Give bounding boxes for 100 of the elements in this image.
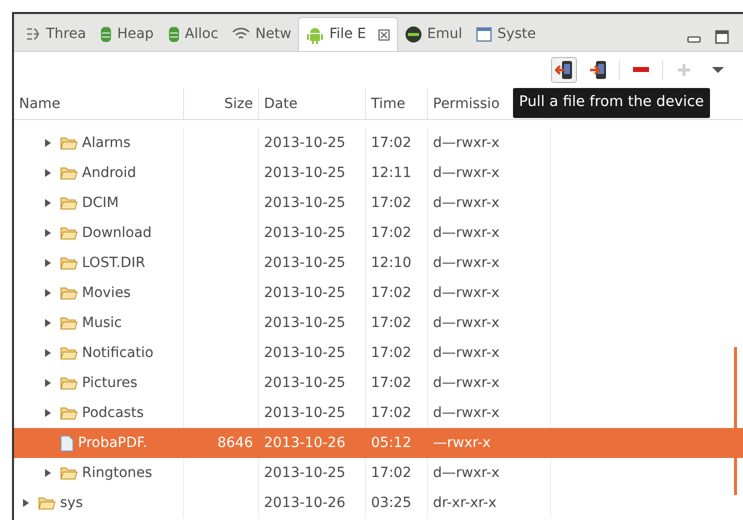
file-name: Pictures [82,374,138,393]
file-permissions: d—rwxr-x [433,135,500,151]
minimize-icon[interactable] [687,36,701,44]
column-header[interactable]: Date [259,88,366,120]
file-permissions: d—rwxr-x [433,165,500,181]
tree-row[interactable]: Notificatio 2013-10-25 17:02 d—rwxr-x [14,338,743,368]
phone-arrow-icon[interactable] [589,60,607,80]
file-date: 2013-10-25 [264,315,346,331]
column-header[interactable]: Size [184,88,259,120]
tree-row[interactable]: Ringtones 2013-10-25 17:02 d—rwxr-x [14,458,743,488]
folder-icon [60,286,78,300]
file-time: 17:02 [371,405,412,421]
tab[interactable]: Threa [18,17,94,51]
tree-row[interactable]: Pictures 2013-10-25 17:02 d—rwxr-x [14,368,743,398]
file-permissions: d—rwxr-x [433,465,500,481]
canister-icon [100,26,112,42]
tooltip: Pull a file from the device [513,88,710,118]
file-permissions: —rwxr-x [433,435,491,451]
tree-row[interactable]: Music 2013-10-25 17:02 d—rwxr-x [14,308,743,338]
file-date: 2013-10-26 [264,495,346,511]
folder-icon [60,166,78,180]
folder-icon [38,496,56,510]
folder-icon [60,226,78,240]
tree-row[interactable]: Alarms 2013-10-25 17:02 d—rwxr-x [14,128,743,158]
file-name: LOST.DIR [82,254,146,273]
file-time: 05:12 [371,435,412,451]
folder-icon [60,256,78,270]
tree-row[interactable]: Movies 2013-10-25 17:02 d—rwxr-x [14,278,743,308]
file-time: 17:02 [371,225,412,241]
file-permissions: d—rwxr-x [433,405,500,421]
file-name: Movies [82,284,131,303]
tree-row[interactable]: LOST.DIR 2013-10-25 12:10 d—rwxr-x [14,248,743,278]
file-time: 17:02 [371,135,412,151]
window-icon [476,26,492,42]
file-permissions: d—rwxr-x [433,255,500,271]
file-name: Ringtones [82,464,152,483]
file-permissions: dr-xr-xr-x [433,495,496,511]
folder-icon [60,346,78,360]
folder-icon [60,136,78,150]
tab[interactable]: Netw [225,17,298,51]
folder-icon [60,466,78,480]
file-time: 17:02 [371,315,412,331]
file-permissions: d—rwxr-x [433,195,500,211]
file-time: 17:02 [371,285,412,301]
tab[interactable]: Heap [93,17,161,51]
file-name: Android [82,164,136,183]
file-name: sys [60,494,83,513]
file-time: 12:10 [371,255,412,271]
file-date: 2013-10-25 [264,405,346,421]
file-name: Music [82,314,122,333]
folder-icon [60,406,78,420]
tab[interactable]: Alloc [160,17,226,51]
tab-label: Alloc [184,24,218,44]
file-time: 03:25 [371,495,412,511]
file-name: Podcasts [82,404,144,423]
tab[interactable]: Syste [469,17,543,51]
dark-circle-icon [405,26,422,42]
file-date: 2013-10-25 [264,255,346,271]
file-size: 8646 [217,435,253,451]
file-date: 2013-10-25 [264,195,346,211]
file-date: 2013-10-25 [264,165,346,181]
file-name: DCIM [82,194,119,213]
file-permissions: d—rwxr-x [433,285,500,301]
file-date: 2013-10-25 [264,135,346,151]
scroll-bar[interactable] [734,347,737,495]
maximize-icon[interactable] [715,30,729,44]
file-time: 12:11 [371,165,412,181]
tab-label: Emul [427,24,462,44]
tree-row[interactable]: sys 2013-10-26 03:25 dr-xr-xr-x [14,488,743,518]
tab-label: Netw [255,24,292,44]
tree-row[interactable]: Download 2013-10-25 17:02 d—rwxr-x [14,218,743,248]
file-date: 2013-10-25 [264,345,346,361]
close-icon[interactable] [378,28,390,40]
file-name: Alarms [82,134,130,153]
column-header[interactable]: Time [366,88,428,120]
tree-row[interactable]: Android 2013-10-25 12:11 d—rwxr-x [14,158,743,188]
column-header[interactable]: Name [14,88,184,120]
file-date: 2013-10-25 [264,225,346,241]
tab-label: Heap [117,24,154,44]
tab[interactable]: Emul [398,17,470,51]
android-icon [306,26,324,44]
folder-icon [60,316,78,330]
file-time: 17:02 [371,195,412,211]
tab-label: Threa [46,24,86,44]
file-date: 2013-10-25 [264,465,346,481]
tree-row[interactable]: DCIM 2013-10-25 17:02 d—rwxr-x [14,188,743,218]
pull-file-button[interactable] [551,57,577,83]
file-permissions: d—rwxr-x [433,225,500,241]
canister-icon [168,26,180,42]
file-time: 17:02 [371,345,412,361]
folder-icon [60,376,78,390]
file-name: ProbaPDF. [78,434,148,453]
file-permissions: d—rwxr-x [433,375,500,391]
file-date: 2013-10-26 [264,435,346,451]
tab-label: Syste [497,24,536,44]
file-date: 2013-10-25 [264,375,346,391]
caret-icon[interactable] [712,66,724,74]
tab[interactable]: File E [298,17,398,51]
minus-icon[interactable] [633,67,649,73]
tab-label: File E [329,25,366,44]
